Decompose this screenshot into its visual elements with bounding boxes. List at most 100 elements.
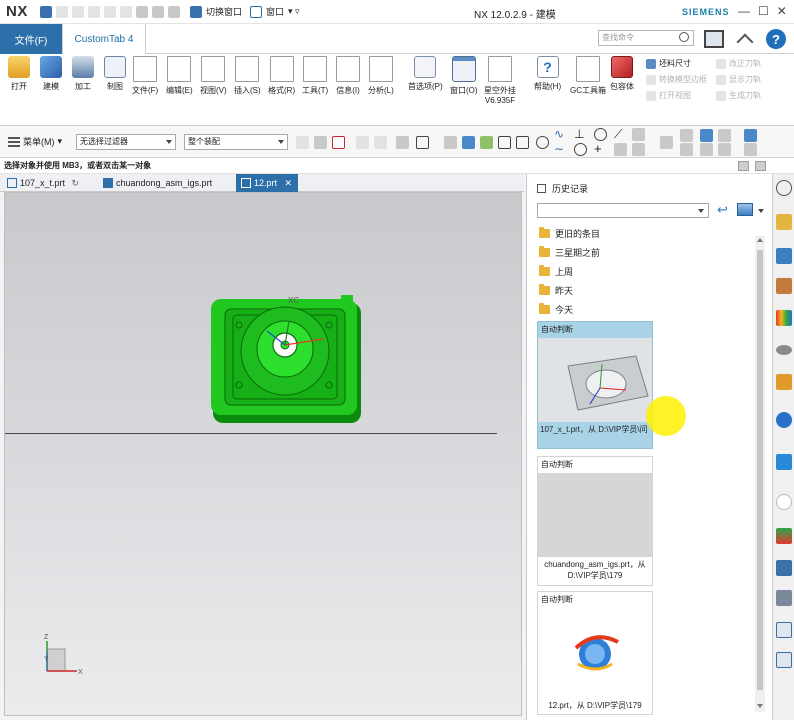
ribbon-modeling-button[interactable]: 建模 [40,56,62,108]
folder-older-entries[interactable]: 更旧的条目 [539,225,600,241]
render-style-icon[interactable] [700,129,713,142]
ribbon-help-menu[interactable]: ? 帮助(H) [534,56,561,108]
select-all-icon[interactable] [314,136,327,149]
quadrant-icon[interactable] [632,128,645,141]
back-icon[interactable]: ↩ [717,203,731,216]
collapse-ribbon-button[interactable] [733,27,757,51]
folder-three-weeks-ago[interactable]: 三星期之前 [539,244,600,260]
window-menu-button[interactable]: 窗口 [266,5,284,18]
scroll-up-icon[interactable] [757,238,763,242]
pan-icon[interactable] [700,143,713,156]
rotate-icon[interactable] [680,143,693,156]
history-item-107-x-t[interactable]: 自动判断 107_x_t.prt，从 D:\VIP学员\问 [537,321,653,449]
ribbon-bounding-body[interactable]: 包容体 [610,56,634,108]
history-filter-dropdown[interactable] [537,203,709,218]
show-toolpath-button[interactable]: 显示刀轨 [716,74,761,85]
scroll-down-icon[interactable] [757,704,763,708]
hd3d-icon[interactable] [776,345,792,355]
ribbon-edit-menu[interactable]: 编辑(E) [166,56,193,108]
generate-toolpath-button[interactable]: 生成刀轨 [716,90,761,101]
history-item-chuandong-asm[interactable]: 自动判断 chuandong_asm_igs.prt，从 D:\VIP学员\17… [537,456,653,586]
wireframe-icon[interactable] [444,136,457,149]
intersection-icon[interactable] [632,143,645,156]
tab-customtab-4[interactable]: CustomTab 4 [62,24,146,54]
ribbon-open-button[interactable]: 打开 [8,56,30,108]
fix-toolpath-button[interactable]: 改正刀轨 [716,58,761,69]
web-browser-icon[interactable] [776,374,792,390]
ribbon-insert-menu[interactable]: 插入(S) [234,56,261,108]
history-scrollbar[interactable] [755,236,765,712]
thumbnail-view-icon[interactable] [737,203,753,216]
mid-point-icon[interactable] [516,136,529,149]
cut-icon[interactable] [88,5,100,18]
menu-button[interactable]: 菜单(M) ▾ [8,135,62,148]
fit-view-icon[interactable] [660,136,673,149]
curve-icon[interactable]: ∿ [554,128,567,141]
edge-display-icon[interactable] [718,129,731,142]
cross-icon[interactable]: + [594,142,607,156]
ribbon-tools-menu[interactable]: 工具(T) [302,56,328,108]
copy-icon[interactable] [104,5,116,18]
ribbon-window-menu[interactable]: 窗口(O) [450,56,478,108]
window-icon[interactable] [250,5,263,18]
full-screen-button[interactable] [702,27,726,51]
ribbon-drafting-button[interactable]: 制图 [104,56,126,108]
background-icon[interactable] [718,143,731,156]
layer-icon[interactable] [744,143,757,156]
snap-icon[interactable] [356,136,369,149]
point-snap-icon[interactable] [332,136,345,149]
rectangle-select-icon[interactable] [416,136,429,149]
scroll-thumb[interactable] [757,250,763,690]
snap-point-icon[interactable] [480,136,493,149]
switch-window-icon[interactable] [190,5,202,18]
reuse-library-icon[interactable] [776,310,792,326]
undo-icon[interactable] [56,5,68,18]
ribbon-file-menu[interactable]: 文件(F) [132,56,158,108]
palette-icon-2[interactable] [776,652,792,668]
axis-icon[interactable]: ⊥ [574,128,587,141]
help-button[interactable]: ? [764,27,788,51]
paste-icon[interactable] [120,5,132,18]
part-navigator-icon[interactable] [776,278,792,294]
chevron-down-icon[interactable]: ▾ ▿ [288,6,300,17]
process-studio-icon[interactable] [776,528,792,544]
save-icon[interactable] [40,5,52,18]
circle-icon[interactable] [594,128,607,141]
manufacturing-wizard-icon[interactable] [776,560,792,576]
chevron-down-icon[interactable] [758,209,764,213]
doc-tab-chuandong-asm[interactable]: chuandong_asm_igs.prt [98,174,212,192]
system-materials-icon[interactable] [776,454,792,470]
type-filter-dropdown[interactable]: 无选择过滤器 [76,134,176,150]
orient-view-icon[interactable] [680,129,693,142]
close-icon[interactable]: ✕ [777,4,787,18]
ribbon-gc-toolbox[interactable]: GC工具箱 [570,56,606,108]
close-tab-icon[interactable]: ✕ [285,178,293,188]
arc-center-icon[interactable] [536,136,549,149]
ribbon-manufacturing-button[interactable]: 加工 [72,56,94,108]
full-layout-icon[interactable] [755,161,766,171]
inferred-point-icon[interactable] [396,136,409,149]
blank-size-button[interactable]: 坯料尺寸 [646,58,691,69]
roles-icon-2[interactable] [776,590,792,606]
ribbon-analysis-menu[interactable]: 分析(L) [368,56,394,108]
folder-yesterday[interactable]: 昨天 [539,282,573,298]
green-mold-part[interactable] [211,295,361,423]
restore-layout-icon[interactable] [738,161,749,171]
constraint-navigator-icon[interactable] [776,248,792,264]
redo-icon[interactable] [72,5,84,18]
spline-icon[interactable]: ∼ [554,143,567,156]
ribbon-info-menu[interactable]: 信息(I) [336,56,360,108]
roles-icon[interactable] [776,412,792,428]
ribbon-format-menu[interactable]: 格式(R) [268,56,295,108]
switch-window-button[interactable]: 切换窗口 [206,5,242,18]
selection-scope-dropdown[interactable]: 整个装配 [184,134,288,150]
ribbon-plugin-button[interactable]: 星空外挂 V6.935F [484,56,516,108]
assembly-navigator-icon[interactable] [776,214,792,230]
search-icon[interactable] [679,32,689,42]
end-point-icon[interactable] [498,136,511,149]
shaded-icon[interactable] [462,136,475,149]
line-icon[interactable]: ⟋ [614,128,627,141]
snap-2-icon[interactable] [374,136,387,149]
convert-model-border-button[interactable]: 转换模型边框 [646,74,707,85]
folder-last-week[interactable]: 上周 [539,263,573,279]
